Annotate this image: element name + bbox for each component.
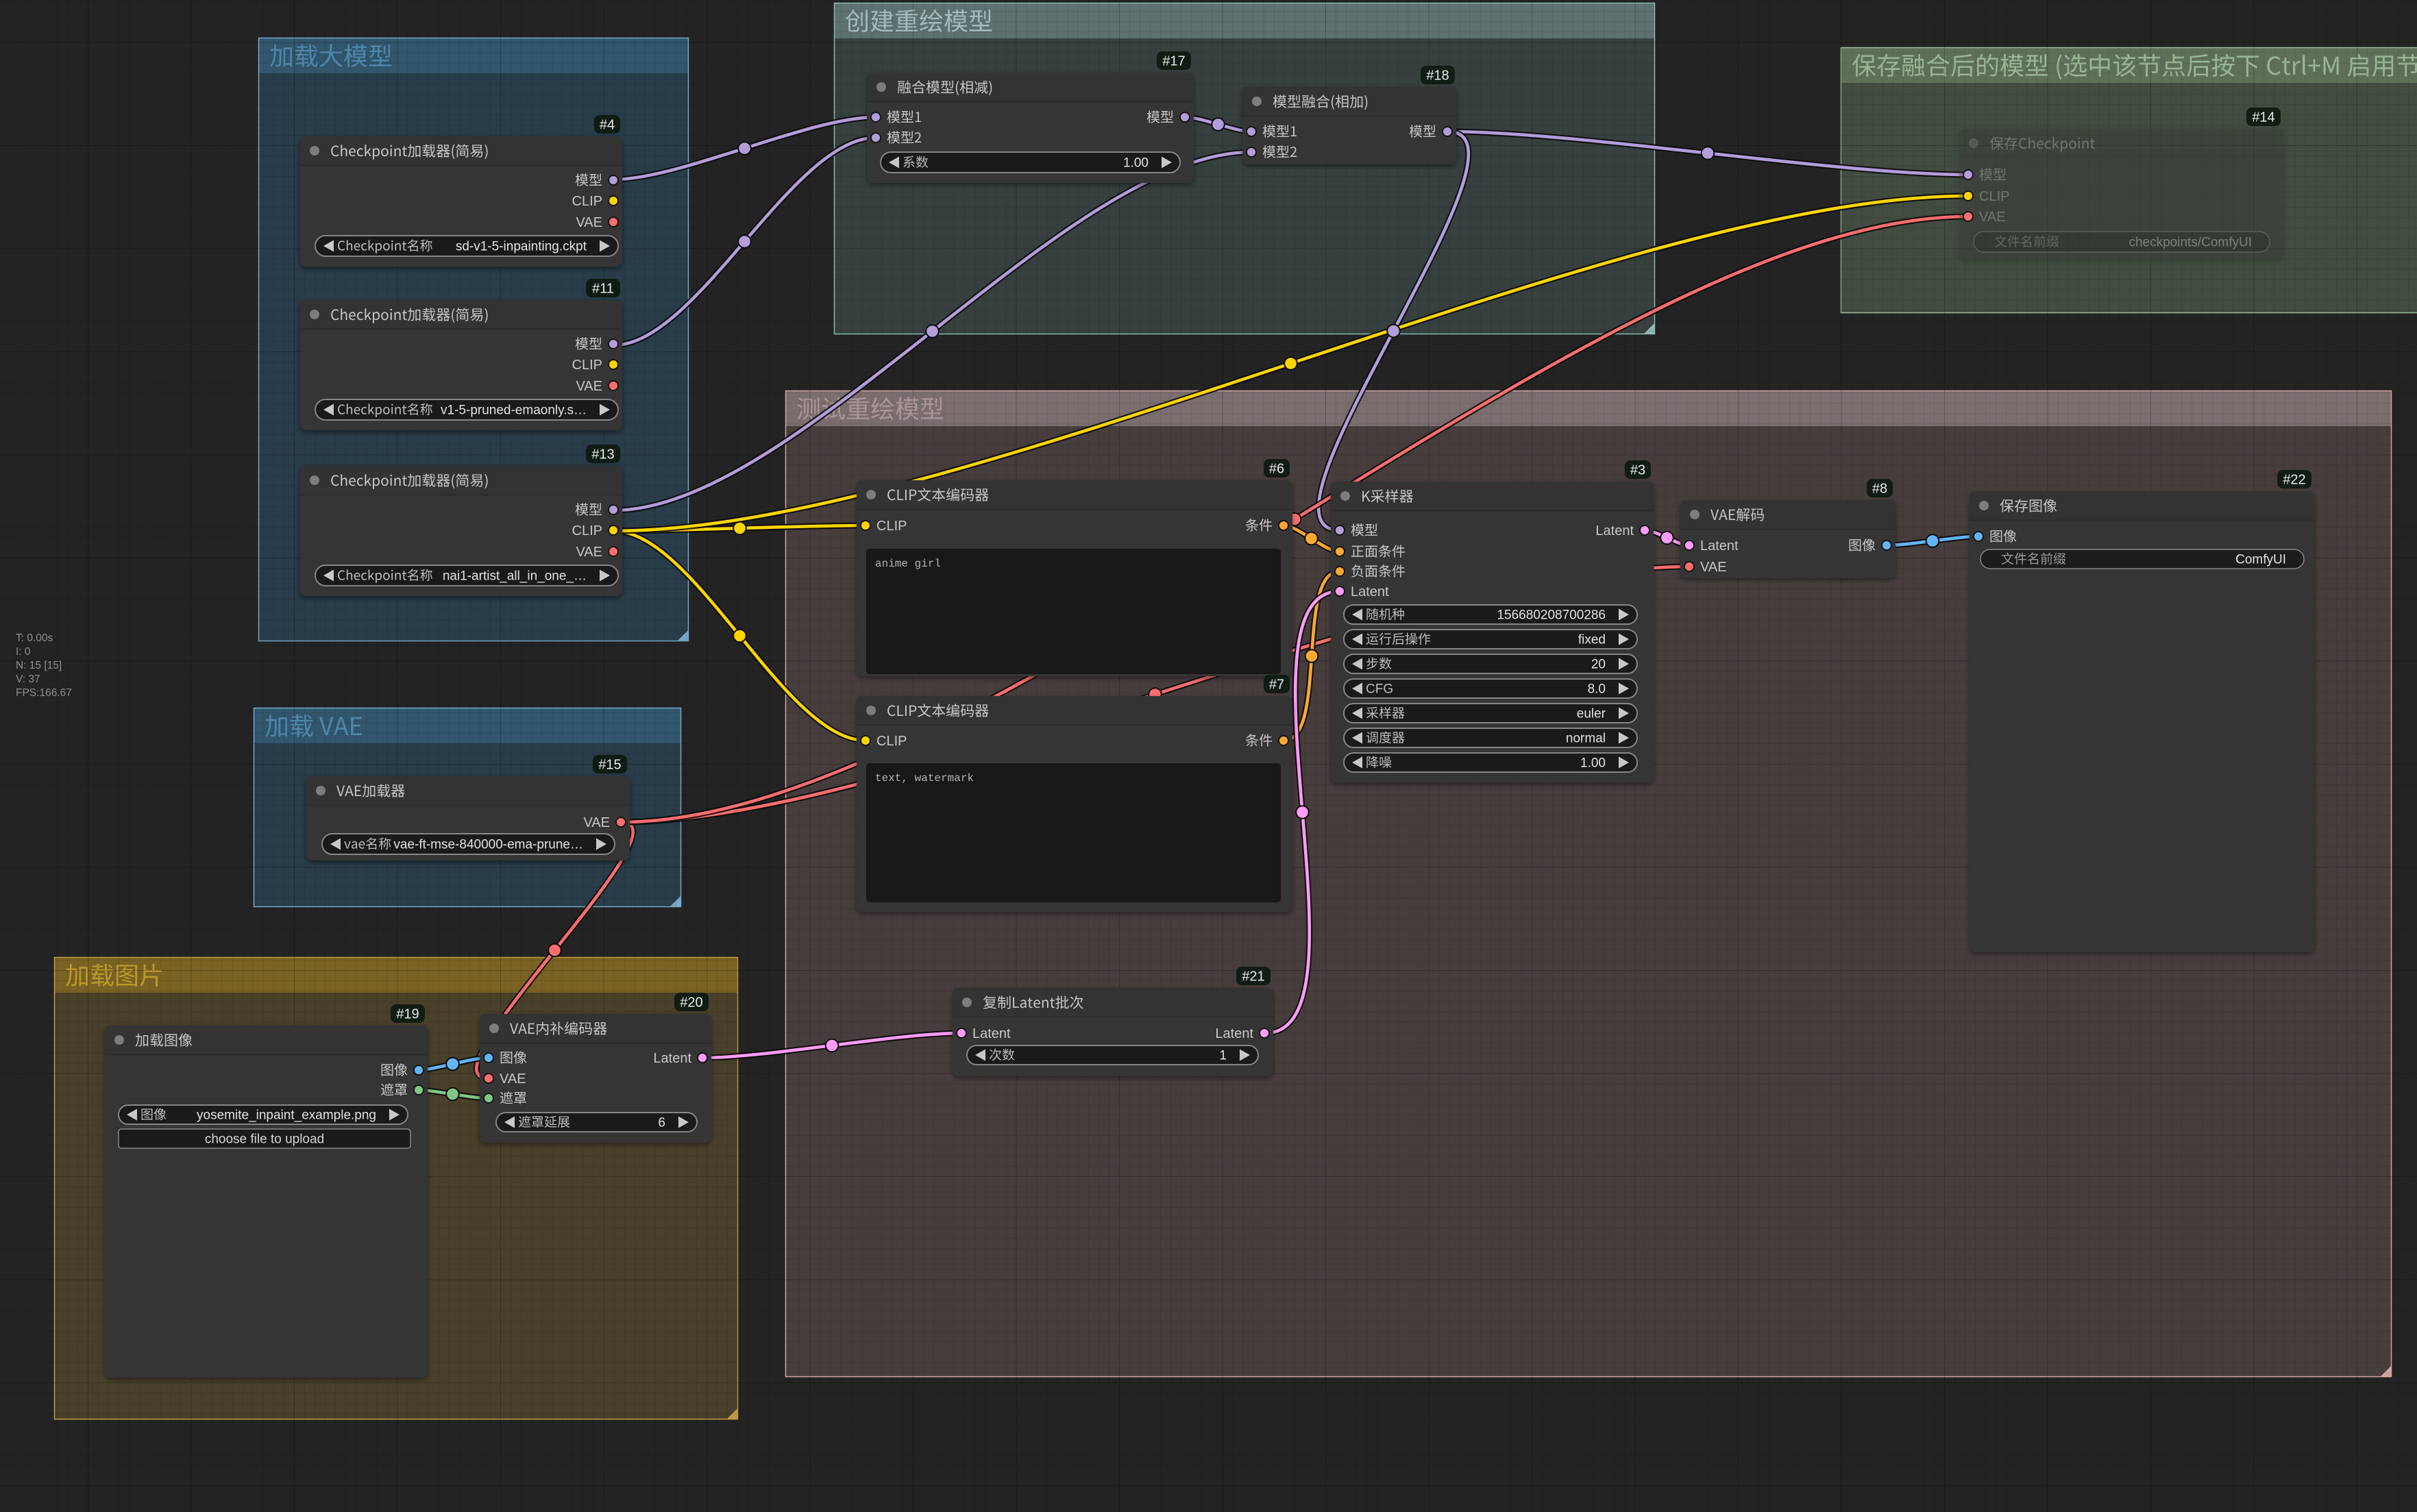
svg-text:VAE: VAE bbox=[576, 545, 602, 560]
svg-text:I: 0: I: 0 bbox=[16, 646, 31, 658]
svg-text:Latent: Latent bbox=[1700, 538, 1739, 554]
svg-text:#22: #22 bbox=[2283, 473, 2305, 488]
svg-text:fixed: fixed bbox=[1578, 633, 1606, 647]
svg-text:Latent: Latent bbox=[972, 1026, 1011, 1041]
svg-text:#14: #14 bbox=[2252, 110, 2274, 125]
svg-text:VAE: VAE bbox=[1979, 210, 2006, 225]
svg-text:CLIP: CLIP bbox=[572, 358, 602, 373]
svg-text:ComfyUI: ComfyUI bbox=[2235, 553, 2286, 567]
svg-text:#13: #13 bbox=[591, 447, 614, 462]
svg-text:FPS:166.67: FPS:166.67 bbox=[16, 687, 72, 699]
svg-text:VAE: VAE bbox=[576, 215, 602, 230]
svg-text:VAE: VAE bbox=[500, 1071, 526, 1087]
svg-text:euler: euler bbox=[1577, 707, 1606, 721]
svg-text:VAE: VAE bbox=[576, 379, 602, 394]
svg-text:VAE: VAE bbox=[1700, 560, 1727, 575]
svg-text:1: 1 bbox=[1219, 1049, 1227, 1063]
svg-text:#7: #7 bbox=[1269, 678, 1284, 693]
svg-text:#6: #6 bbox=[1269, 462, 1284, 477]
svg-text:8.0: 8.0 bbox=[1588, 682, 1606, 697]
svg-text:#21: #21 bbox=[1242, 969, 1264, 984]
svg-text:CLIP: CLIP bbox=[1979, 189, 2009, 204]
svg-text:N: 15 [15]: N: 15 [15] bbox=[16, 660, 62, 671]
svg-text:6: 6 bbox=[658, 1116, 665, 1130]
svg-text:CLIP: CLIP bbox=[572, 194, 602, 209]
svg-text:1.00: 1.00 bbox=[1123, 156, 1149, 171]
svg-text:CFG: CFG bbox=[1366, 682, 1393, 697]
svg-text:#18: #18 bbox=[1426, 69, 1449, 84]
svg-text:Latent: Latent bbox=[1351, 584, 1389, 599]
svg-text:yosemite_inpaint_example.png: yosemite_inpaint_example.png bbox=[197, 1108, 376, 1123]
svg-text:#20: #20 bbox=[680, 995, 702, 1011]
svg-text:Latent: Latent bbox=[1595, 523, 1634, 538]
svg-text:VAE: VAE bbox=[583, 815, 610, 830]
svg-text:nai1-artist_all_in_one_…: nai1-artist_all_in_one_… bbox=[443, 569, 587, 584]
svg-text:CLIP: CLIP bbox=[572, 523, 602, 538]
svg-text:CLIP: CLIP bbox=[876, 734, 907, 749]
svg-text:V: 37: V: 37 bbox=[16, 673, 40, 685]
svg-text:sd-v1-5-inpainting.ckpt: sd-v1-5-inpainting.ckpt bbox=[456, 240, 587, 254]
svg-text:#4: #4 bbox=[600, 118, 615, 133]
svg-text:checkpoints/ComfyUI: checkpoints/ComfyUI bbox=[2128, 236, 2252, 250]
svg-text:156680208700286: 156680208700286 bbox=[1497, 608, 1606, 623]
svg-text:choose file to upload: choose file to upload bbox=[205, 1132, 324, 1147]
svg-text:text, watermark: text, watermark bbox=[875, 772, 974, 784]
svg-text:vae-ft-mse-840000-ema-prune…: vae-ft-mse-840000-ema-prune… bbox=[393, 838, 583, 852]
svg-text:anime girl: anime girl bbox=[875, 558, 941, 570]
svg-text:#17: #17 bbox=[1162, 54, 1185, 69]
svg-text:#15: #15 bbox=[598, 758, 621, 773]
svg-text:#3: #3 bbox=[1630, 463, 1645, 478]
svg-text:Latent: Latent bbox=[653, 1051, 691, 1066]
svg-text:v1-5-pruned-emaonly.s…: v1-5-pruned-emaonly.s… bbox=[441, 404, 587, 418]
svg-text:#8: #8 bbox=[1872, 482, 1887, 497]
svg-text:Latent: Latent bbox=[1215, 1026, 1253, 1041]
svg-text:1.00: 1.00 bbox=[1580, 756, 1606, 771]
svg-text:#11: #11 bbox=[592, 282, 614, 297]
svg-text:20: 20 bbox=[1591, 658, 1606, 672]
svg-text:#19: #19 bbox=[396, 1007, 419, 1022]
svg-text:normal: normal bbox=[1566, 732, 1606, 746]
svg-text:CLIP: CLIP bbox=[876, 519, 907, 534]
svg-text:T: 0.00s: T: 0.00s bbox=[16, 632, 53, 644]
